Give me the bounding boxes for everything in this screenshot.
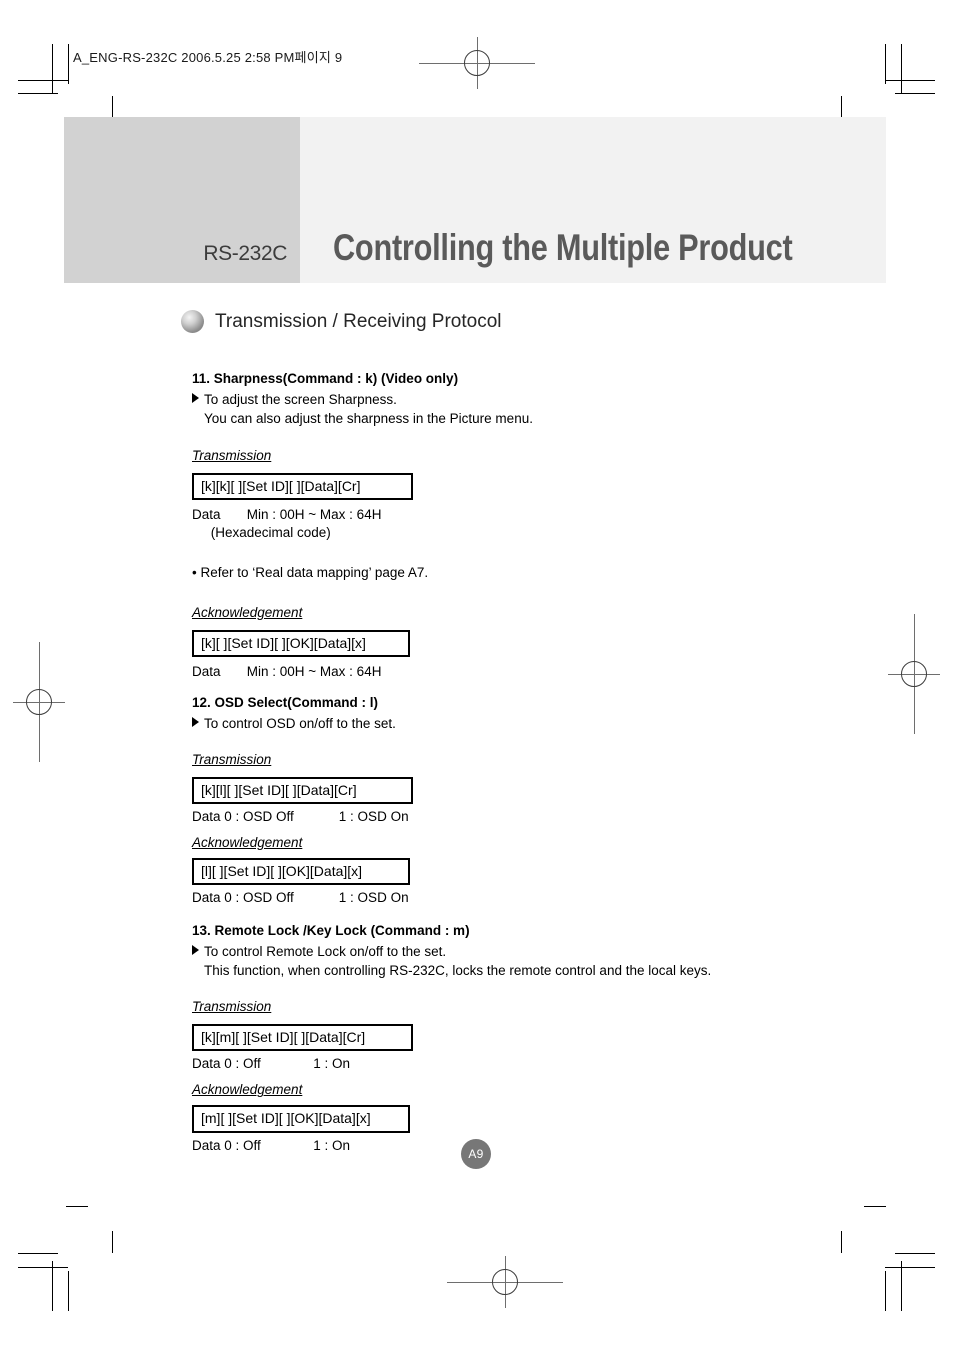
crop-mark-top-left-horizontal-inner [18, 93, 58, 94]
crop-mark-bottom-right-vertical-inner [885, 1271, 886, 1311]
section-description: To adjust the screen Sharpness. You can … [192, 390, 892, 428]
section-remote-lock: 13. Remote Lock /Key Lock (Command : m) … [192, 922, 892, 1155]
transmission-label: Transmission [192, 751, 272, 767]
sphere-bullet-icon [181, 310, 204, 333]
section-description: To control OSD on/off to the set. [192, 714, 892, 733]
trim-mark-top-left-vertical [112, 96, 113, 118]
header-tag-label: RS-232C [203, 242, 287, 265]
transmission-data-line: (Hexadecimal code) [192, 524, 331, 540]
transmission-label: Transmission [192, 447, 272, 463]
transmission-data-line: Data 0 : OSD Off 1 : OSD On [192, 809, 409, 825]
trim-mark-bottom-left-horizontal [66, 1206, 88, 1207]
crop-mark-bottom-left-vertical-outer [52, 1261, 53, 1311]
file-slug: A_ENG-RS-232C 2006.5.25 2:58 PM페이지 9 [73, 50, 343, 65]
document-body: 11. Sharpness(Command : k) (Video only) … [192, 370, 892, 1155]
description-line: To control OSD on/off to the set. [192, 714, 892, 733]
trim-mark-bottom-right-horizontal [864, 1206, 886, 1207]
acknowledgement-data-line: Data Min : 00H ~ Max : 64H [192, 664, 382, 680]
trim-mark-bottom-right-vertical [841, 1231, 842, 1253]
section-description: To control Remote Lock on/off to the set… [192, 942, 892, 980]
description-text: To control OSD on/off to the set. [204, 715, 396, 731]
crop-mark-bottom-left-vertical-inner [68, 1271, 69, 1311]
acknowledgement-label: Acknowledgement [192, 835, 303, 851]
crop-mark-top-right-horizontal-inner [895, 93, 935, 94]
section-title: 11. Sharpness(Command : k) (Video only) [192, 371, 459, 386]
transmission-data-line: Data Min : 00H ~ Max : 64H [192, 506, 382, 522]
crop-mark-top-right-vertical-outer [901, 44, 902, 94]
crop-mark-bottom-right-horizontal-inner [885, 1267, 935, 1268]
description-line: This function, when controlling RS-232C,… [204, 962, 712, 978]
description-line: You can also adjust the sharpness in the… [204, 411, 533, 427]
description-line: To control Remote Lock on/off to the set… [192, 942, 892, 961]
registration-mark-top-circle [464, 50, 490, 76]
description-line: To adjust the screen Sharpness. [192, 390, 892, 409]
section-osd-select: 12. OSD Select(Command : l) To control O… [192, 694, 892, 908]
reference-note: • Refer to ‘Real data mapping’ page A7. [192, 565, 429, 581]
header-tag-box: RS-232C [64, 117, 300, 283]
protocol-heading-label: Transmission / Receiving Protocol [215, 310, 502, 332]
section-title: 12. OSD Select(Command : l) [192, 694, 379, 710]
crop-mark-bottom-left-horizontal-outer [18, 1253, 58, 1254]
section-sharpness: 11. Sharpness(Command : k) (Video only) … [192, 370, 892, 682]
page-header-band: RS-232C Controlling the Multiple Product [64, 117, 886, 283]
crop-mark-top-right-vertical-inner [885, 44, 886, 84]
trim-mark-bottom-left-vertical [112, 1231, 113, 1253]
page-number-badge: A9 [461, 1139, 491, 1169]
acknowledgement-command-box: [m][ ][Set ID][ ][OK][Data][x] [192, 1105, 410, 1133]
acknowledgement-label: Acknowledgement [192, 1082, 303, 1098]
transmission-data-line: Data 0 : Off 1 : On [192, 1056, 351, 1072]
crop-mark-bottom-right-vertical-outer [901, 1261, 902, 1311]
acknowledgement-data-line: Data 0 : OSD Off 1 : OSD On [192, 890, 409, 906]
description-text: To control Remote Lock on/off to the set… [204, 943, 447, 959]
transmission-command-box: [k][m][ ][Set ID][ ][Data][Cr] [192, 1024, 413, 1052]
crop-mark-top-left-vertical-outer [52, 44, 53, 94]
acknowledgement-label: Acknowledgement [192, 605, 303, 621]
protocol-heading: Transmission / Receiving Protocol [181, 310, 502, 333]
crop-mark-top-right-horizontal-outer [885, 80, 935, 81]
description-text: To adjust the screen Sharpness. [204, 392, 397, 408]
crop-mark-top-left-vertical-inner [68, 44, 69, 84]
registration-mark-left-circle [26, 689, 52, 715]
acknowledgement-command-box: [k][ ][Set ID][ ][OK][Data][x] [192, 630, 410, 658]
triangle-bullet-icon [192, 393, 199, 404]
transmission-label: Transmission [192, 999, 272, 1015]
page-title: Controlling the Multiple Product [333, 227, 793, 268]
triangle-bullet-icon [192, 716, 199, 727]
triangle-bullet-icon [192, 944, 199, 955]
transmission-command-box: [k][k][ ][Set ID][ ][Data][Cr] [192, 472, 413, 500]
registration-mark-bottom-circle [492, 1269, 518, 1295]
crop-mark-bottom-left-horizontal-inner [18, 1267, 68, 1268]
crop-mark-top-left-horizontal-outer [18, 80, 68, 81]
acknowledgement-data-line: Data 0 : Off 1 : On [192, 1137, 351, 1153]
acknowledgement-command-box: [l][ ][Set ID][ ][OK][Data][x] [192, 858, 410, 886]
trim-mark-top-right-vertical [841, 96, 842, 118]
registration-mark-right-circle [901, 661, 927, 687]
crop-mark-bottom-right-horizontal-outer [895, 1253, 935, 1254]
section-title: 13. Remote Lock /Key Lock (Command : m) [192, 922, 470, 938]
transmission-command-box: [k][l][ ][Set ID][ ][Data][Cr] [192, 776, 413, 805]
